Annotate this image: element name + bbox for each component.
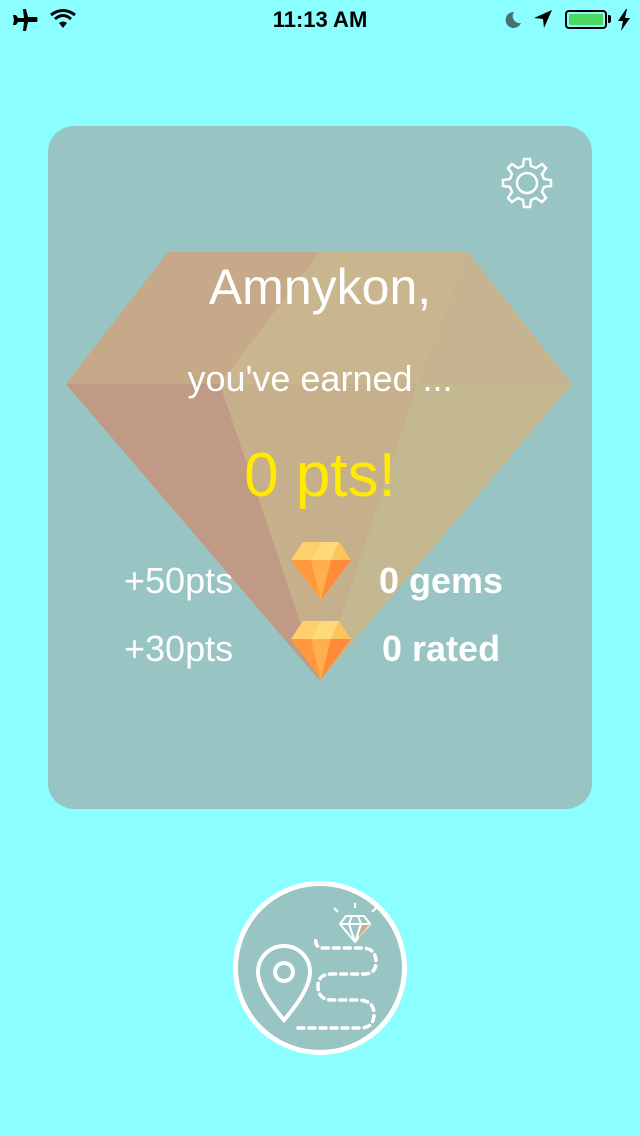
- rated-points-label: +30pts: [124, 628, 234, 669]
- battery-level: [569, 14, 603, 25]
- settings-gear-icon[interactable]: [496, 152, 558, 214]
- points-card: Amnykon, you've earned ... 0 pts! +50pts…: [48, 126, 592, 809]
- battery-icon: [565, 10, 607, 29]
- gems-count: 0 gems: [379, 560, 504, 601]
- map-route-button[interactable]: [233, 881, 407, 1055]
- points-total: 0 pts!: [244, 441, 396, 510]
- gem-icon: [291, 542, 351, 600]
- gems-points-label: +50pts: [124, 560, 234, 601]
- gem-icon: [291, 621, 351, 679]
- user-name: Amnykon,: [208, 259, 432, 315]
- treasure-route-icon: [255, 903, 378, 1030]
- status-bar: 11:13 AM: [0, 0, 640, 40]
- battery-nub: [608, 15, 611, 23]
- charging-bolt-icon: [618, 9, 630, 31]
- location-arrow-icon: [534, 10, 552, 28]
- rated-count: 0 rated: [382, 628, 501, 669]
- earned-label: you've earned ...: [187, 358, 453, 399]
- moon-icon: [505, 11, 521, 28]
